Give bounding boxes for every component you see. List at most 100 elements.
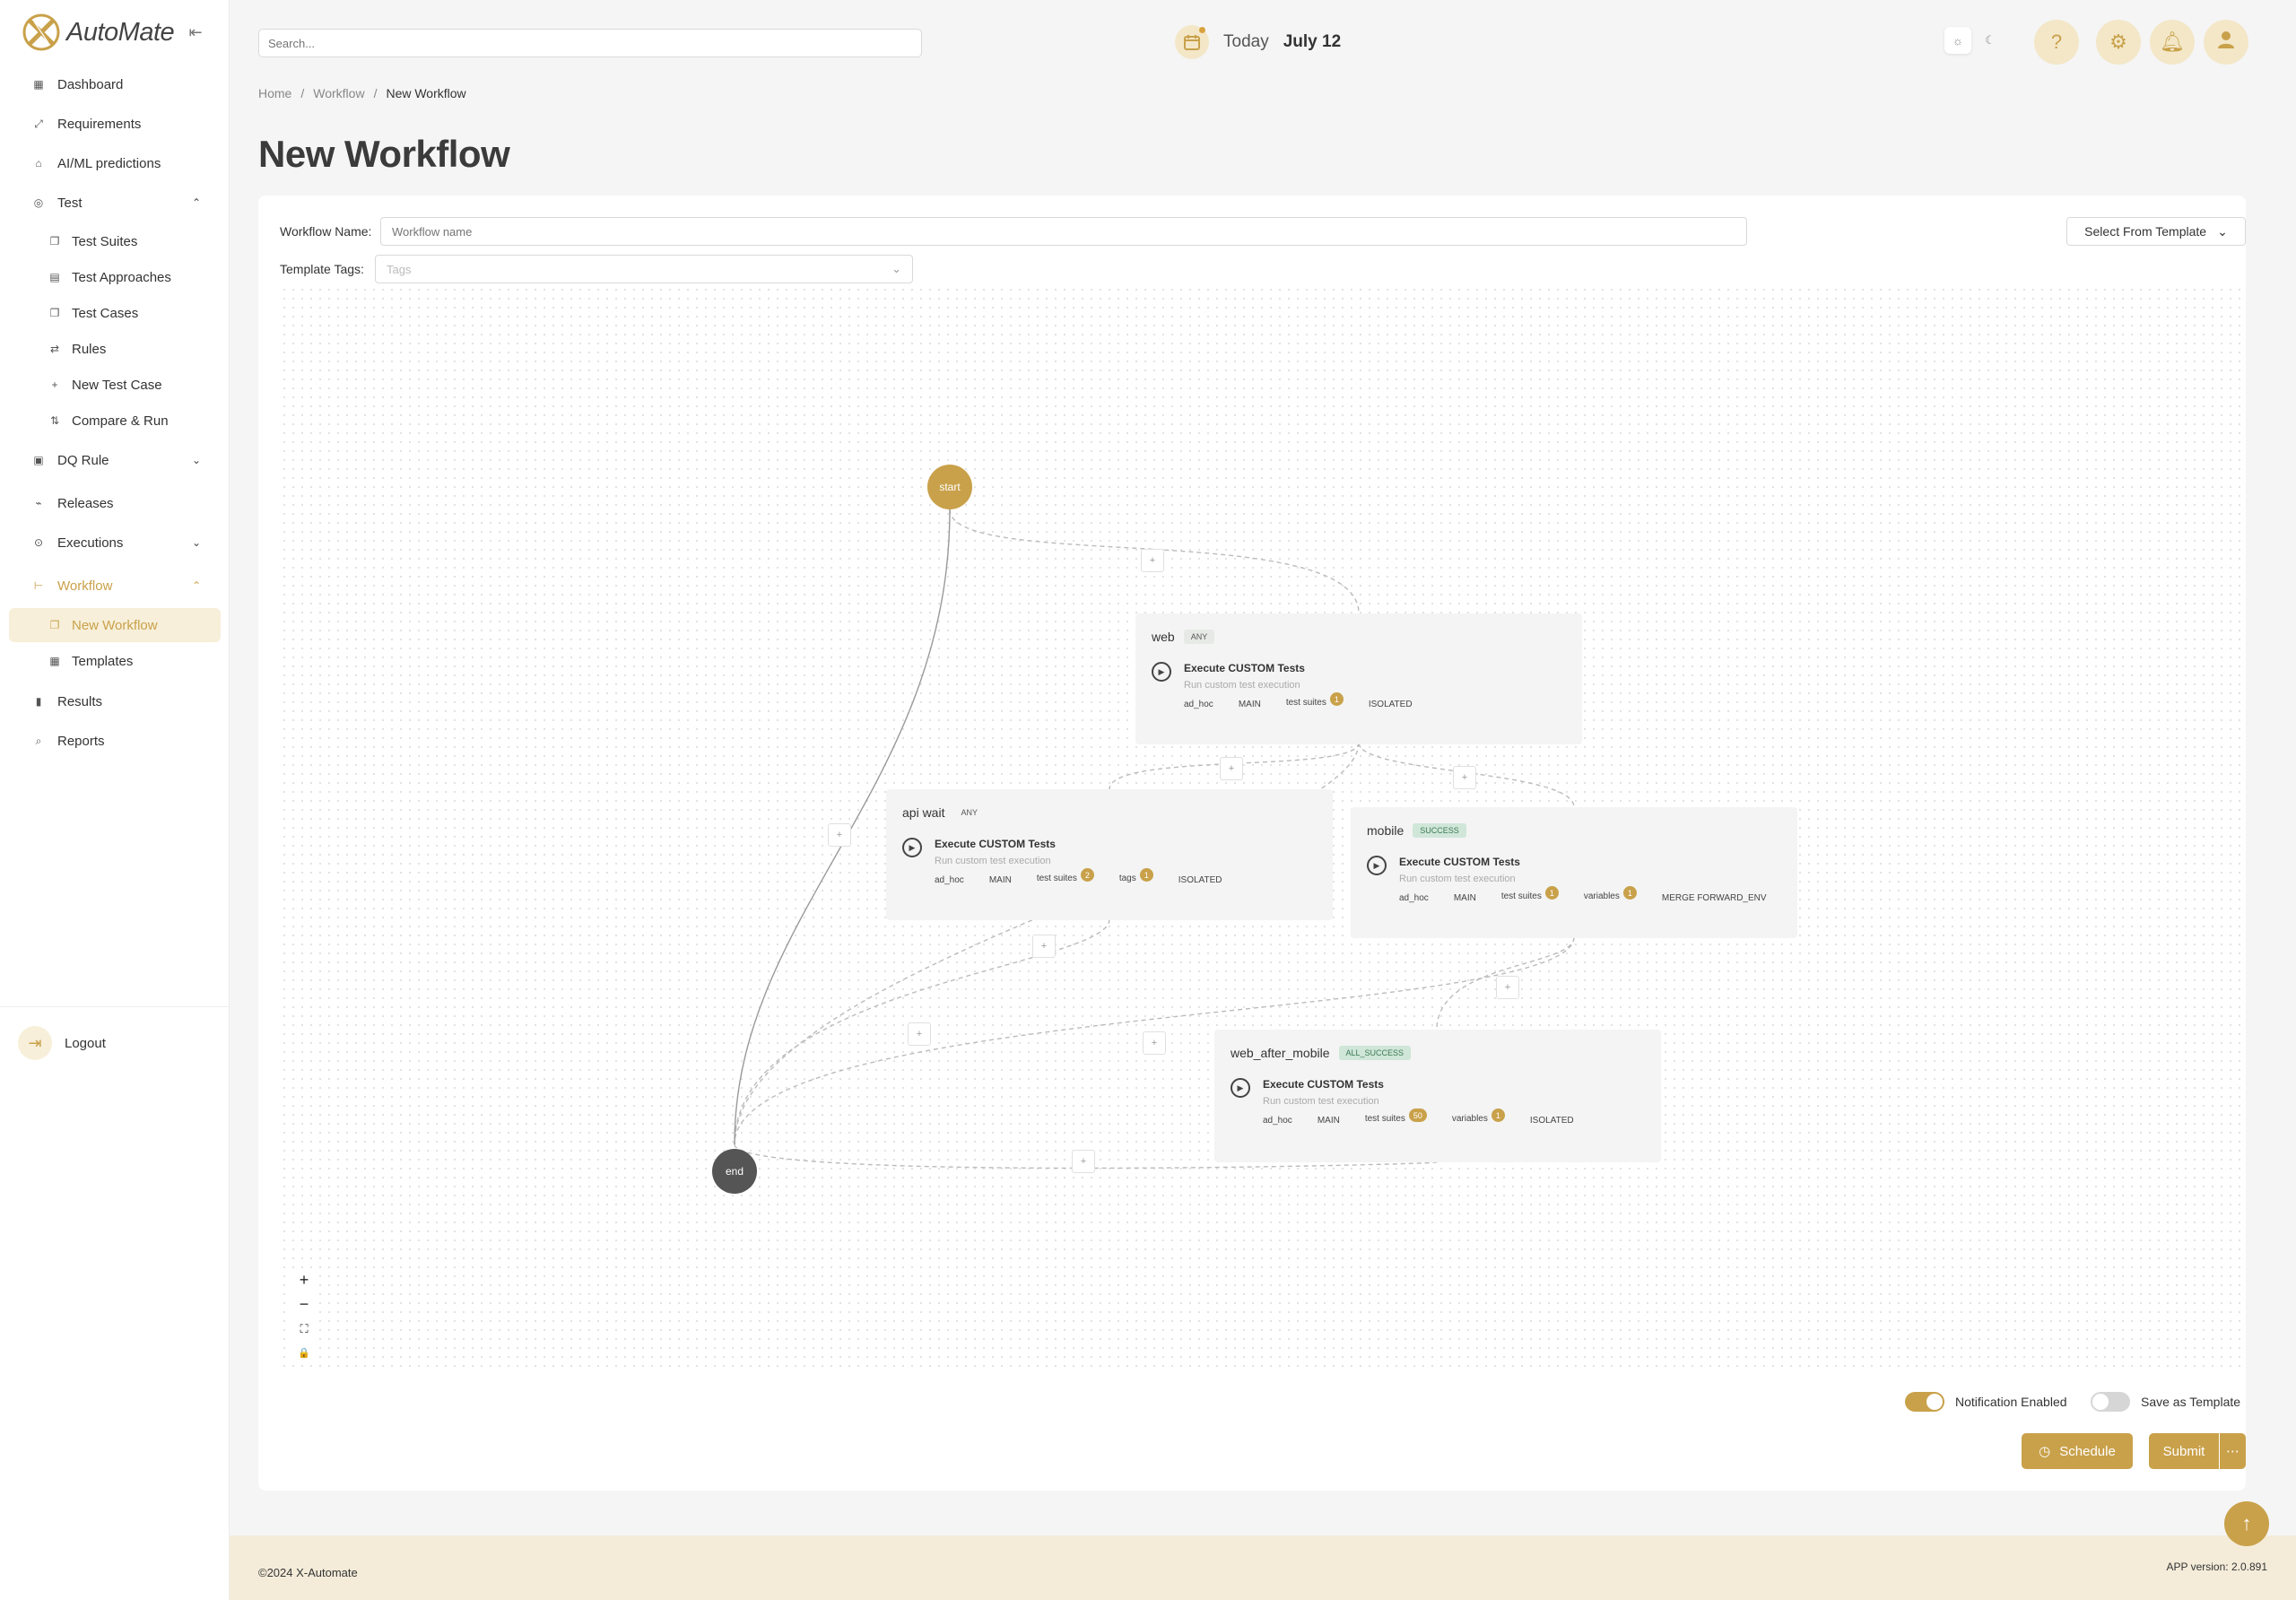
- add-node-button[interactable]: +: [1220, 757, 1243, 780]
- add-node-button[interactable]: +: [1032, 935, 1056, 958]
- select-template-dropdown[interactable]: Select From Template ⌄: [2066, 217, 2246, 246]
- play-icon[interactable]: ▶: [1367, 856, 1387, 875]
- submit-button[interactable]: Submit: [2149, 1433, 2219, 1469]
- template-tags-label: Template Tags:: [280, 262, 364, 276]
- workflow-node-web-after-mobile[interactable]: web_after_mobile ALL_SUCCESS ▶ Execute C…: [1214, 1030, 1661, 1162]
- scroll-to-top-button[interactable]: ↑: [2224, 1501, 2269, 1546]
- notification-dot: [1199, 27, 1205, 33]
- sidebar-item-executions[interactable]: ⊙ Executions ⌄: [32, 529, 201, 556]
- zoom-out-icon[interactable]: −: [291, 1292, 317, 1317]
- workflow-icon: ⊢: [33, 579, 44, 592]
- start-node[interactable]: start: [927, 465, 972, 509]
- sidebar-item-reports[interactable]: ⌕ Reports: [32, 727, 105, 754]
- collapse-sidebar-icon[interactable]: ⇤: [185, 22, 206, 43]
- sidebar-item-test-approaches[interactable]: ▤ Test Approaches: [48, 264, 171, 291]
- breadcrumb: Home / Workflow / New Workflow: [258, 86, 466, 100]
- node-name: web: [1152, 630, 1175, 644]
- task-chips: ad_hoc MAIN test suites 1 variables 1 MERG…: [1399, 886, 1767, 905]
- chevron-down-icon: ⌄: [2217, 223, 2228, 239]
- submit-more-button[interactable]: ⋯: [2220, 1433, 2246, 1469]
- schedule-button[interactable]: ◷ Schedule: [2022, 1433, 2133, 1469]
- save-template-toggle[interactable]: [2091, 1392, 2130, 1412]
- sidebar-item-dashboard[interactable]: ▦ Dashboard: [32, 71, 123, 98]
- sidebar-item-requirements[interactable]: ⤢ Requirements: [32, 110, 141, 137]
- releases-icon: ⌁: [35, 497, 42, 509]
- clock-icon: ◷: [2039, 1444, 2051, 1459]
- add-node-button[interactable]: +: [1453, 766, 1476, 789]
- workflow-node-mobile[interactable]: mobile SUCCESS ▶ Execute CUSTOM Tests Ru…: [1351, 807, 1797, 938]
- sidebar-item-workflow[interactable]: ⊢ Workflow ⌃: [32, 572, 201, 599]
- profile-button[interactable]: [2204, 20, 2248, 65]
- search-input[interactable]: [258, 29, 922, 57]
- add-node-button[interactable]: +: [908, 1022, 931, 1046]
- sidebar-item-new-workflow[interactable]: ❐ New Workflow: [48, 612, 158, 639]
- workflow-name-input[interactable]: [380, 217, 1747, 246]
- lock-icon[interactable]: 🔒: [291, 1341, 317, 1365]
- end-node[interactable]: end: [712, 1149, 757, 1194]
- add-node-button[interactable]: +: [1496, 976, 1519, 999]
- bell-icon: 🔔︎: [2160, 30, 2185, 53]
- count-badge: 1: [1622, 886, 1637, 900]
- workflow-node-web[interactable]: web ANY ▶ Execute CUSTOM Tests Run custo…: [1135, 613, 1582, 744]
- breadcrumb-workflow[interactable]: Workflow: [313, 86, 364, 100]
- test-cases-icon: ❐: [49, 307, 60, 319]
- sidebar: AutoMate ⇤ ▦ Dashboard ⤢ Requirements ⌂ …: [0, 0, 230, 1600]
- sun-icon[interactable]: ☼: [1944, 27, 1971, 54]
- zoom-in-icon[interactable]: +: [291, 1268, 317, 1292]
- footer: ©2024 X-Automate APP version: 2.0.891: [230, 1535, 2296, 1600]
- workflow-node-api-wait[interactable]: api wait ANY ▶ Execute CUSTOM Tests Run …: [886, 789, 1333, 920]
- plus-icon: +: [51, 378, 58, 391]
- task-description: Run custom test execution: [1263, 1096, 1379, 1107]
- chevron-up-icon: ⌃: [192, 579, 202, 592]
- sidebar-item-aiml-predictions[interactable]: ⌂ AI/ML predictions: [32, 150, 161, 177]
- add-node-button[interactable]: +: [1143, 1031, 1166, 1055]
- count-badge: 50: [1408, 1109, 1427, 1122]
- app-logo[interactable]: AutoMate: [22, 13, 175, 52]
- sidebar-item-test-suites[interactable]: ❐ Test Suites: [48, 228, 138, 255]
- task-chips: ad_hoc MAIN test suites 50 variables 1 ISO…: [1263, 1109, 1574, 1127]
- sidebar-item-rules[interactable]: ⇄ Rules: [48, 335, 106, 362]
- sidebar-item-new-test-case[interactable]: + New Test Case: [48, 371, 161, 398]
- trigger-badge: ANY: [1183, 630, 1215, 644]
- sidebar-item-test[interactable]: ◎ Test ⌃: [32, 189, 201, 216]
- requirements-icon: ⤢: [34, 117, 43, 130]
- help-button[interactable]: ?: [2034, 20, 2079, 65]
- play-icon[interactable]: ▶: [1152, 662, 1171, 682]
- play-icon[interactable]: ▶: [902, 838, 922, 857]
- calendar-icon[interactable]: [1175, 25, 1209, 59]
- save-template-label: Save as Template: [2141, 1395, 2241, 1409]
- sidebar-item-dq-rule[interactable]: ▣ DQ Rule ⌄: [32, 447, 201, 474]
- moon-icon[interactable]: ☾: [1977, 27, 2004, 54]
- template-tags-select[interactable]: Tags ⌄: [375, 255, 913, 283]
- breadcrumb-current: New Workflow: [386, 86, 466, 100]
- theme-toggle[interactable]: ☼ ☾: [1944, 27, 2004, 54]
- chevron-down-icon: ⌄: [891, 262, 901, 275]
- play-icon[interactable]: ▶: [1231, 1078, 1250, 1098]
- task-title: Execute CUSTOM Tests: [1399, 856, 1520, 868]
- sidebar-item-results[interactable]: ▮ Results: [32, 688, 102, 715]
- add-node-button[interactable]: +: [1072, 1150, 1095, 1173]
- notification-toggle[interactable]: [1905, 1392, 1944, 1412]
- canvas-controls: + − ⛶ 🔒: [291, 1268, 317, 1365]
- add-node-button[interactable]: +: [828, 823, 851, 847]
- arrow-up-icon: ↑: [2241, 1512, 2252, 1535]
- sidebar-item-test-cases[interactable]: ❐ Test Cases: [48, 300, 139, 326]
- templates-icon: ▦: [49, 655, 60, 667]
- sidebar-item-releases[interactable]: ⌁ Releases: [32, 490, 113, 517]
- add-node-button[interactable]: +: [1141, 549, 1164, 572]
- executions-icon: ⊙: [33, 536, 44, 549]
- page-title: New Workflow: [258, 133, 510, 175]
- notification-toggle-row: Notification Enabled: [1905, 1392, 2067, 1412]
- workflow-canvas[interactable]: start end + + + + + + + + + web ANY ▶ Ex…: [280, 285, 2244, 1372]
- sidebar-item-templates[interactable]: ▦ Templates: [48, 648, 133, 674]
- automate-logo-icon: [22, 13, 61, 52]
- logout-button[interactable]: ⇥ Logout: [18, 1026, 106, 1060]
- chevron-up-icon: ⌃: [192, 196, 202, 209]
- logout-icon: ⇥: [18, 1026, 52, 1060]
- sidebar-item-compare-run[interactable]: ⇅ Compare & Run: [48, 407, 169, 434]
- settings-button[interactable]: ⚙: [2096, 20, 2141, 65]
- count-badge: 1: [1329, 692, 1344, 706]
- fit-view-icon[interactable]: ⛶: [291, 1317, 317, 1341]
- breadcrumb-home[interactable]: Home: [258, 86, 291, 100]
- notifications-button[interactable]: 🔔︎: [2150, 20, 2195, 65]
